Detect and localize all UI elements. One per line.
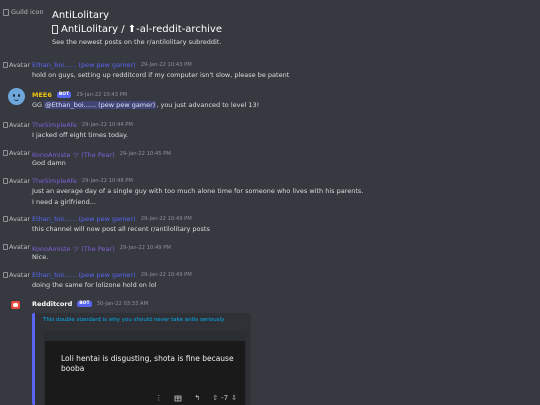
message-text: doing the same for lolizone hold on lol (32, 281, 157, 289)
message-text: hold on guys, setting up redditcord if m… (32, 71, 290, 79)
broken-image-icon (3, 150, 8, 156)
message-text: I need a girlfriend... (32, 198, 96, 206)
timestamp: 29-Jan-22 10:43 PM (140, 62, 192, 68)
bot-badge: BOT (77, 301, 92, 307)
guild-icon: Guild icon (3, 8, 43, 16)
guild-icon-alt: Guild icon (11, 8, 44, 16)
score: -7 (221, 394, 229, 402)
post-text: Loli hentai is disgusting, shota is fine… (61, 354, 234, 373)
guild-name: AntiLolitary (52, 10, 110, 21)
timestamp: 29-Jan-22 10:43 PM (76, 92, 128, 98)
downvote-icon: ⇩ (231, 394, 237, 402)
broken-image-icon (3, 272, 8, 278)
timestamp: 30-Jan-22 03:33 AM (96, 301, 149, 307)
embed-image[interactable]: Loli hentai is disgusting, shota is fine… (43, 331, 247, 405)
text-segment: GG (32, 101, 45, 109)
mee6-avatar[interactable] (8, 88, 25, 105)
channel-path: AntiLolitary / ⬆-al-reddit-archive (61, 24, 223, 35)
avatar-alt: Avatar (9, 61, 31, 69)
avatar: Avatar (3, 243, 30, 251)
avatar-alt: Avatar (9, 177, 31, 185)
username[interactable]: MEE6 (32, 91, 52, 99)
timestamp: 29-Jan-22 10:44 PM (81, 122, 133, 128)
upvote-icon: ⇧ (212, 394, 219, 402)
bot-badge: BOT (56, 92, 72, 98)
username[interactable]: KonoAmiste ツ (The Pear) (32, 149, 115, 159)
share-icon: ↰ (194, 394, 201, 402)
username[interactable]: TheSimpleAfe (32, 177, 77, 185)
timestamp: 29-Jan-22 10:48 PM (81, 178, 133, 184)
user-mention[interactable]: @Ethan_boi...... (pew pew gamer) (44, 101, 157, 109)
post-action-bar: ⋮ ↰ ⇧ -7 ⇩ (45, 391, 245, 405)
timestamp: 29-Jan-22 10:49 PM (119, 245, 171, 251)
timestamp: 29-Jan-22 10:49 PM (140, 272, 192, 278)
vote-control: ⇧ -7 ⇩ (212, 394, 237, 402)
timestamp: 29-Jan-22 10:45 PM (119, 151, 171, 157)
avatar-alt: Avatar (9, 271, 31, 279)
username[interactable]: TheSimpleAfe (32, 121, 77, 129)
channel-path-row: AntiLolitary / ⬆-al-reddit-archive (52, 24, 222, 35)
broken-image-icon (3, 62, 8, 68)
username[interactable]: Ethan_boi...... (pew pew gamer) (32, 215, 136, 223)
username[interactable]: Ethan_boi...... (pew pew gamer) (32, 271, 136, 279)
message-text: I jacked off eight times today. (32, 131, 129, 139)
avatar: Avatar (3, 61, 30, 69)
broken-image-icon (3, 244, 8, 250)
embed-title-link[interactable]: This double standard is why you should n… (43, 317, 224, 323)
message-text: this channel will now post all recent r/… (32, 225, 210, 233)
avatar: Avatar (3, 215, 30, 223)
avatar: Avatar (3, 271, 30, 279)
username[interactable]: Redditcord (32, 300, 72, 308)
broken-image-icon (3, 216, 8, 222)
username[interactable]: Ethan_boi...... (pew pew gamer) (32, 61, 136, 69)
reddit-embed: This double standard is why you should n… (32, 313, 251, 405)
username[interactable]: KonoAmiste ツ (The Pear) (32, 243, 115, 253)
timestamp: 29-Jan-22 10:49 PM (140, 216, 192, 222)
avatar-alt: Avatar (9, 243, 31, 251)
message-text: God damn (32, 159, 66, 167)
message-text: Just an average day of a single guy with… (32, 187, 364, 195)
avatar-alt: Avatar (9, 121, 31, 129)
message-text: GG @Ethan_boi...... (pew pew gamer), you… (32, 101, 259, 109)
text-segment: , you just advanced to level 13! (156, 101, 260, 109)
avatar-alt: Avatar (9, 149, 31, 157)
message-text: Nice. (32, 253, 49, 261)
broken-image-icon (3, 8, 9, 16)
broken-image-icon (3, 122, 8, 128)
avatar: Avatar (3, 177, 30, 185)
award-icon (174, 394, 182, 402)
missing-glyph-icon (52, 25, 58, 34)
channel-description: See the newest posts on the r/antilolita… (52, 38, 222, 46)
redditcord-avatar[interactable] (11, 301, 20, 309)
channel-header: Guild icon AntiLolitary AntiLolitary / ⬆… (0, 0, 540, 52)
avatar: Avatar (3, 149, 30, 157)
more-icon: ⋮ (155, 394, 163, 402)
avatar: Avatar (3, 121, 30, 129)
reddit-post-screenshot: Loli hentai is disgusting, shota is fine… (45, 341, 245, 405)
broken-image-icon (3, 178, 8, 184)
avatar-alt: Avatar (9, 215, 31, 223)
